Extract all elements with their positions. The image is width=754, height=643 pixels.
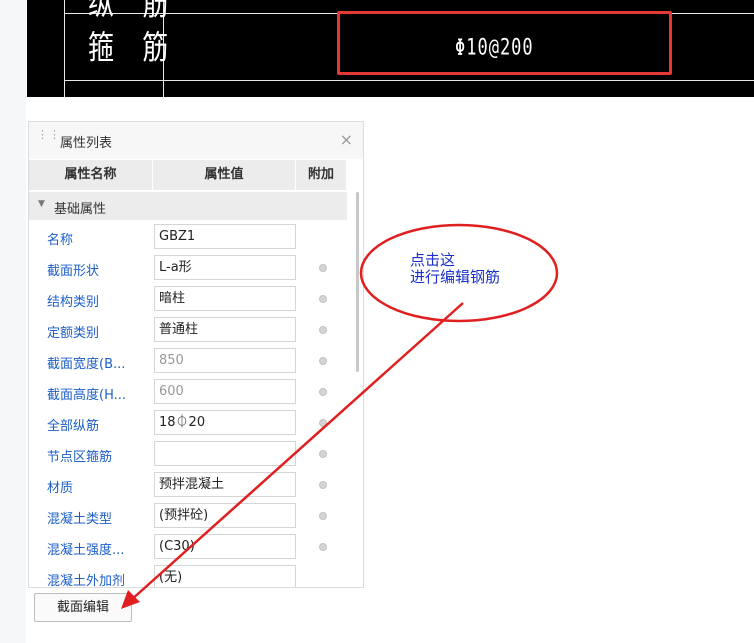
- annotation-callout: 点击这 进行编辑钢筋: [410, 252, 500, 286]
- stirrup-highlight-box: [337, 11, 672, 75]
- property-value-field[interactable]: 600: [154, 379, 296, 404]
- annotation-line-1: 点击这: [410, 251, 456, 269]
- property-row[interactable]: 混凝土外加剂 (无): [29, 563, 347, 588]
- close-icon[interactable]: ×: [340, 130, 353, 149]
- property-row[interactable]: 名称 GBZ1: [29, 222, 347, 253]
- property-row[interactable]: 节点区箍筋: [29, 439, 347, 470]
- property-row[interactable]: 混凝土强度... (C30): [29, 532, 347, 563]
- extra-option-radio[interactable]: [319, 326, 327, 334]
- property-name: 截面形状: [47, 264, 100, 279]
- table-border-left: [64, 0, 65, 97]
- property-value-field[interactable]: 预拌混凝土: [154, 472, 296, 497]
- property-value-field[interactable]: (C30): [154, 534, 296, 559]
- property-row[interactable]: 截面高度(H... 600: [29, 377, 347, 408]
- property-row[interactable]: 截面宽度(B... 850: [29, 346, 347, 377]
- panel-title: 属性列表: [60, 136, 113, 151]
- stirrup-label: 箍 筋: [88, 29, 179, 68]
- extra-option-radio[interactable]: [319, 512, 327, 520]
- annotation-line-2: 进行编辑钢筋: [410, 268, 501, 286]
- property-name: 混凝土类型: [47, 512, 113, 527]
- property-name: 全部纵筋: [47, 419, 100, 434]
- property-row[interactable]: 材质 预拌混凝土: [29, 470, 347, 501]
- property-value-field[interactable]: 暗柱: [154, 286, 296, 311]
- extra-option-radio[interactable]: [319, 419, 327, 427]
- scrollbar[interactable]: [356, 192, 359, 372]
- table-border-row2: [64, 80, 754, 81]
- column-header-extra: 附加: [296, 160, 347, 190]
- property-value-field[interactable]: L-a形: [154, 255, 296, 280]
- property-value-field[interactable]: 普通柱: [154, 317, 296, 342]
- property-value-field[interactable]: [154, 441, 296, 466]
- property-value-field[interactable]: 18⏀20: [154, 410, 296, 435]
- extra-option-radio[interactable]: [319, 357, 327, 365]
- property-name: 截面高度(H...: [47, 388, 127, 403]
- property-list-panel: ⋮⋮ 属性列表 × 属性名称 属性值 附加 ▼ 基础属性 名称 GBZ1 截面形状 L…: [28, 121, 364, 588]
- property-name: 定额类别: [47, 326, 100, 341]
- property-name: 结构类别: [47, 295, 100, 310]
- extra-option-radio[interactable]: [319, 450, 327, 458]
- panel-header[interactable]: ⋮⋮ 属性列表 ×: [29, 122, 363, 159]
- group-basic-properties[interactable]: ▼ 基础属性: [29, 192, 347, 220]
- extra-option-radio[interactable]: [319, 481, 327, 489]
- property-row[interactable]: 全部纵筋 18⏀20: [29, 408, 347, 439]
- left-sidebar-strip: [0, 0, 26, 643]
- property-row[interactable]: 截面形状 L-a形: [29, 253, 347, 284]
- extra-option-radio[interactable]: [319, 388, 327, 396]
- column-header-value: 属性值: [153, 160, 296, 190]
- property-value-field[interactable]: 850: [154, 348, 296, 373]
- property-value-field[interactable]: (预拌砼): [154, 503, 296, 528]
- extra-option-radio[interactable]: [319, 543, 327, 551]
- property-value-field[interactable]: (无): [154, 565, 296, 587]
- column-header-name: 属性名称: [29, 160, 153, 190]
- property-name: 名称: [47, 233, 74, 248]
- property-row[interactable]: 结构类别 暗柱: [29, 284, 347, 315]
- extra-option-radio[interactable]: [319, 264, 327, 272]
- property-value-field[interactable]: GBZ1: [154, 224, 296, 249]
- property-row[interactable]: 混凝土类型 (预拌砼): [29, 501, 347, 532]
- section-edit-button[interactable]: 截面编辑: [34, 593, 132, 622]
- collapse-caret-icon[interactable]: ▼: [38, 199, 45, 209]
- property-row[interactable]: 定额类别 普通柱: [29, 315, 347, 346]
- property-name: 混凝土强度...: [47, 543, 125, 558]
- extra-option-radio[interactable]: [319, 295, 327, 303]
- drag-handle-icon[interactable]: ⋮⋮: [37, 129, 60, 146]
- property-name: 节点区箍筋: [47, 450, 113, 465]
- property-name: 材质: [47, 481, 74, 496]
- property-name: 截面宽度(B...: [47, 357, 126, 372]
- group-label: 基础属性: [54, 202, 107, 217]
- longitudinal-rebar-label: 纵 筋: [88, 0, 179, 23]
- property-name: 混凝土外加剂: [47, 574, 126, 588]
